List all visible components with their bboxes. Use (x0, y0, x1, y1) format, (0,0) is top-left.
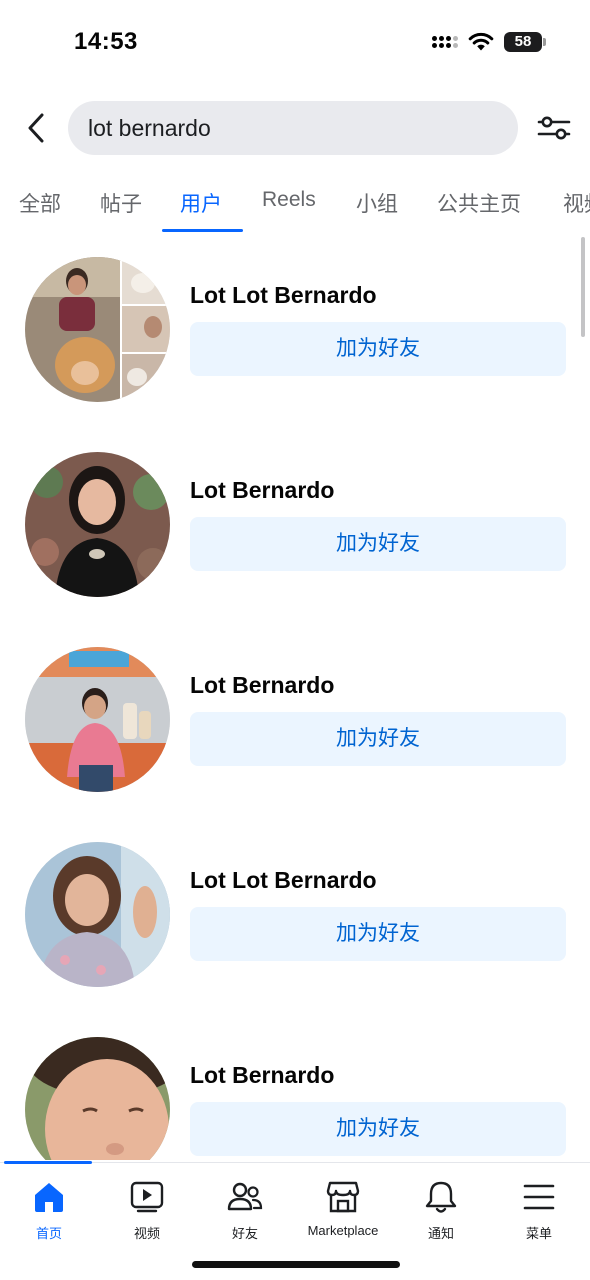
active-nav-indicator (4, 1161, 92, 1164)
avatar[interactable] (25, 452, 170, 597)
bell-icon (425, 1181, 457, 1213)
nav-notifications[interactable]: 通知 (392, 1177, 490, 1247)
add-friend-button[interactable]: 加为好友 (190, 712, 566, 766)
result-name[interactable]: Lot Bernardo (190, 672, 334, 699)
nav-friends[interactable]: 好友 (196, 1177, 294, 1247)
nav-home[interactable]: 首页 (0, 1177, 98, 1247)
nav-menu[interactable]: 菜单 (490, 1177, 588, 1247)
list-item[interactable]: Lot Lot Bernardo 加为好友 (0, 257, 590, 407)
result-name[interactable]: Lot Lot Bernardo (190, 867, 377, 894)
avatar[interactable] (25, 842, 170, 987)
result-name[interactable]: Lot Bernardo (190, 477, 334, 504)
menu-icon (523, 1184, 555, 1210)
avatar[interactable] (25, 257, 170, 402)
list-item[interactable]: Lot Bernardo 加为好友 (0, 1037, 590, 1160)
add-friend-button[interactable]: 加为好友 (190, 517, 566, 571)
nav-video[interactable]: 视频 (98, 1177, 196, 1247)
add-friend-button[interactable]: 加为好友 (190, 907, 566, 961)
marketplace-icon (326, 1181, 360, 1213)
result-name[interactable]: Lot Bernardo (190, 1062, 334, 1089)
result-name[interactable]: Lot Lot Bernardo (190, 282, 377, 309)
add-friend-button[interactable]: 加为好友 (190, 322, 566, 376)
list-item[interactable]: Lot Bernardo 加为好友 (0, 647, 590, 797)
list-item[interactable]: Lot Bernardo 加为好友 (0, 452, 590, 602)
home-indicator[interactable] (192, 1261, 400, 1268)
friends-icon (227, 1182, 263, 1211)
avatar[interactable] (25, 1037, 170, 1160)
add-friend-button[interactable]: 加为好友 (190, 1102, 566, 1156)
results-list: Lot Lot Bernardo 加为好友 Lot Bernardo 加为好友 (0, 0, 590, 1160)
nav-marketplace[interactable]: Marketplace (294, 1177, 392, 1247)
video-icon (130, 1181, 164, 1213)
list-item[interactable]: Lot Lot Bernardo 加为好友 (0, 842, 590, 992)
home-icon (35, 1183, 63, 1212)
avatar[interactable] (25, 647, 170, 792)
